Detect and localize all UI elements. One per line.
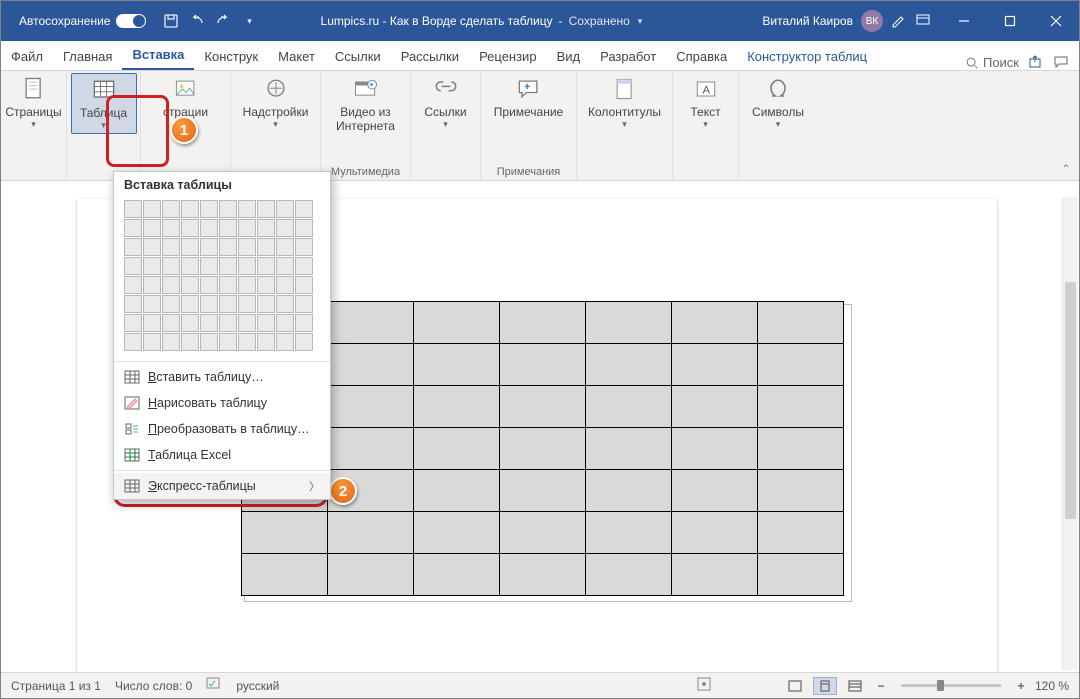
word-count[interactable]: Число слов: 0 — [115, 679, 192, 693]
insert-table-grid[interactable] — [114, 198, 330, 359]
table-dropdown-menu: Вставка таблицы Вставить таблицу… Нарисо… — [113, 171, 331, 500]
tab-view[interactable]: Вид — [547, 43, 591, 70]
titlebar: Автосохранение ▾ Lumpics.ru - Как в Ворд… — [1, 1, 1079, 41]
collapse-ribbon-icon[interactable]: ⌃ — [1061, 162, 1071, 176]
close-button[interactable] — [1033, 1, 1079, 41]
maximize-button[interactable] — [987, 1, 1033, 41]
vertical-scrollbar[interactable] — [1062, 197, 1078, 670]
table-button[interactable]: Таблица▾ — [71, 73, 137, 134]
submenu-arrow-icon: 〉 — [309, 478, 320, 494]
quick-access-toolbar: ▾ — [160, 10, 260, 32]
ribbon-tabs: Файл Главная Вставка Конструк Макет Ссыл… — [1, 41, 1079, 71]
zoom-out-button[interactable]: − — [873, 679, 889, 693]
account-area: Виталий Каиров ВК — [762, 10, 931, 32]
ribbon: Страницы▾ Таблица▾ страции▾ Надстройки▾ … — [1, 71, 1079, 181]
window-controls — [941, 1, 1079, 41]
view-print-button[interactable] — [813, 677, 837, 695]
pen-icon[interactable] — [891, 12, 907, 31]
menu-draw-table[interactable]: Нарисовать таблицу — [114, 390, 330, 416]
page-indicator[interactable]: Страница 1 из 1 — [11, 679, 101, 693]
links-button[interactable]: Ссылки▾ — [413, 75, 479, 130]
menu-convert-to-table[interactable]: Преобразовать в таблицу… — [114, 416, 330, 442]
search-box[interactable]: Поиск — [965, 55, 1019, 70]
tab-home[interactable]: Главная — [53, 43, 122, 70]
text-button[interactable]: A Текст▾ — [673, 75, 739, 130]
addins-button[interactable]: Надстройки▾ — [243, 75, 309, 130]
header-footer-button[interactable]: Колонтитулы▾ — [585, 75, 665, 130]
avatar[interactable]: ВК — [861, 10, 883, 32]
symbols-button[interactable]: Символы▾ — [745, 75, 811, 130]
view-focus-button[interactable] — [783, 677, 807, 695]
document-title: Lumpics.ru - Как в Ворде сделать таблицу… — [321, 14, 643, 28]
tab-developer[interactable]: Разработ — [590, 43, 666, 70]
autosave-toggle[interactable] — [116, 14, 146, 28]
tab-references[interactable]: Ссылки — [325, 43, 391, 70]
zoom-in-button[interactable]: + — [1013, 679, 1029, 693]
online-video-button[interactable]: Видео из Интернета — [326, 75, 406, 133]
share-button[interactable] — [1027, 54, 1043, 70]
tab-help[interactable]: Справка — [666, 43, 737, 70]
tab-design[interactable]: Конструк — [194, 43, 268, 70]
annotation-badge-2: 2 — [329, 477, 357, 505]
menu-quick-tables[interactable]: Экспресс-таблицы 〉 — [114, 473, 330, 499]
tab-table-design[interactable]: Конструктор таблиц — [737, 43, 877, 70]
comments-button[interactable] — [1053, 54, 1069, 70]
menu-insert-table[interactable]: Вставить таблицу… — [114, 364, 330, 390]
autosave-label: Автосохранение — [19, 14, 110, 28]
tab-file[interactable]: Файл — [1, 43, 53, 70]
group-media: Мультимедиа — [331, 166, 400, 180]
zoom-slider[interactable] — [901, 684, 1001, 687]
menu-excel-table[interactable]: Таблица Excel — [114, 442, 330, 468]
pages-button[interactable]: Страницы▾ — [1, 75, 67, 130]
tab-review[interactable]: Рецензир — [469, 43, 547, 70]
tab-layout[interactable]: Макет — [268, 43, 325, 70]
save-icon[interactable] — [160, 10, 182, 32]
user-name[interactable]: Виталий Каиров — [762, 14, 853, 28]
menu-header: Вставка таблицы — [114, 172, 330, 198]
zoom-level[interactable]: 120 % — [1035, 679, 1069, 693]
tab-mailings[interactable]: Рассылки — [391, 43, 469, 70]
spellcheck-icon[interactable] — [206, 677, 222, 694]
status-bar: Страница 1 из 1 Число слов: 0 русский − … — [1, 672, 1079, 698]
qat-dropdown-icon[interactable]: ▾ — [238, 10, 260, 32]
view-web-button[interactable] — [843, 677, 867, 695]
tab-insert[interactable]: Вставка — [122, 41, 194, 70]
redo-icon[interactable] — [212, 10, 234, 32]
minimize-button[interactable] — [941, 1, 987, 41]
ribbon-display-options-icon[interactable] — [915, 12, 931, 31]
macro-icon[interactable] — [697, 677, 711, 694]
annotation-badge-1: 1 — [170, 116, 198, 144]
svg-text:A: A — [702, 84, 710, 96]
document-table[interactable] — [241, 301, 844, 596]
undo-icon[interactable] — [186, 10, 208, 32]
saved-status: Сохранено — [569, 14, 630, 28]
group-comments: Примечания — [497, 166, 561, 180]
language-indicator[interactable]: русский — [236, 679, 279, 693]
comment-button[interactable]: Примечание — [489, 75, 569, 119]
